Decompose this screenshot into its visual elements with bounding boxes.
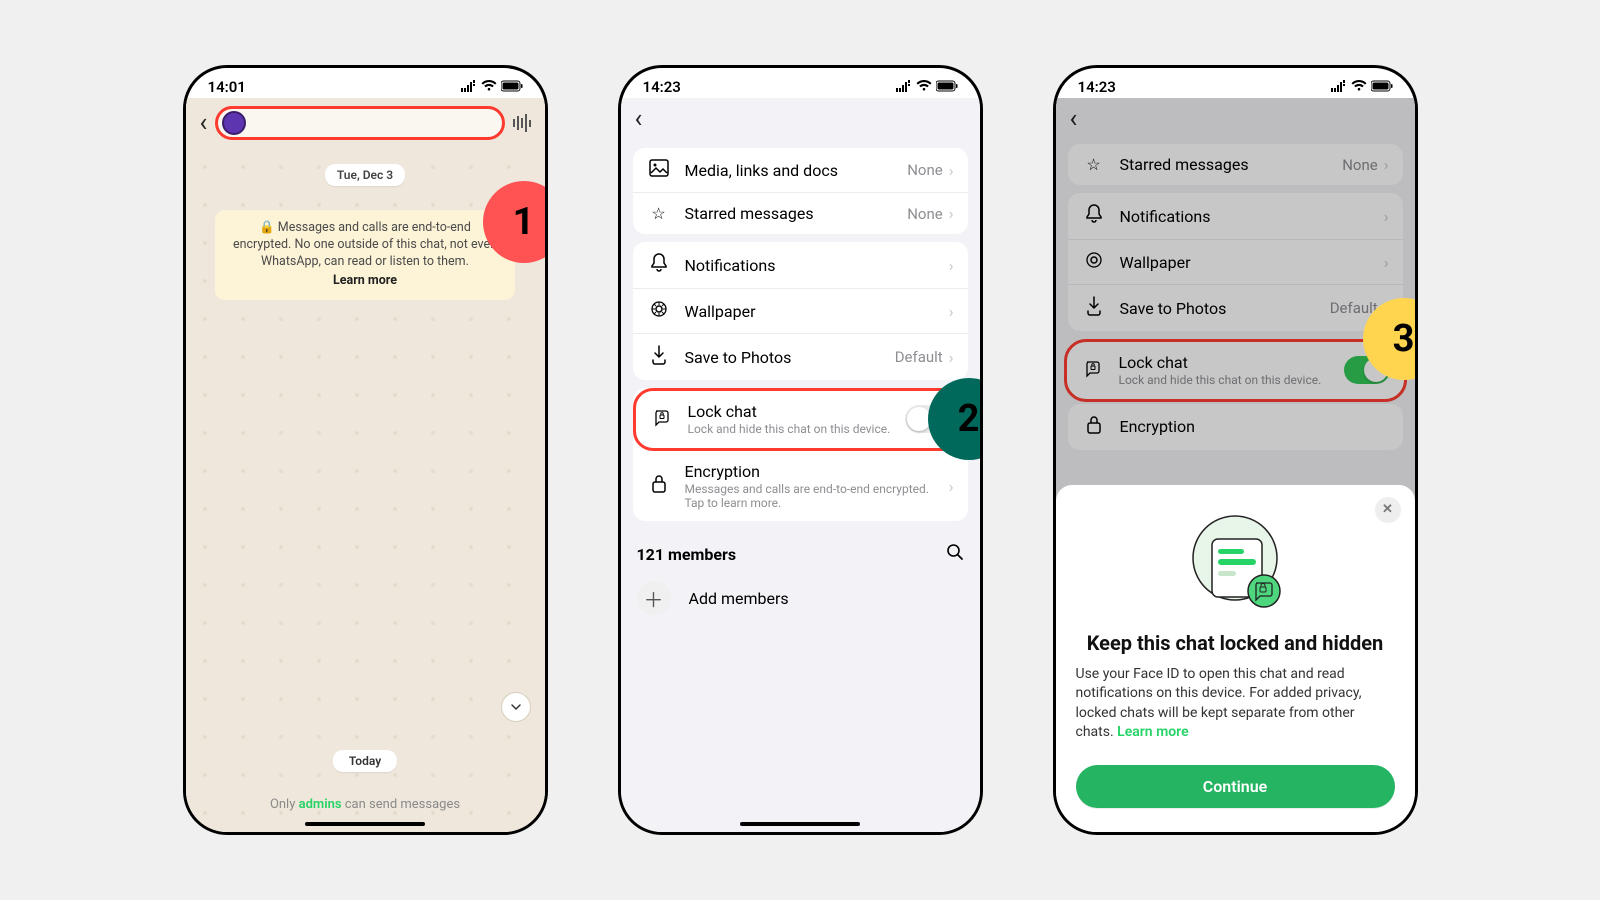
search-icon[interactable]: [946, 543, 964, 565]
chat-avatar-icon: [222, 111, 246, 135]
learn-more-link[interactable]: Learn more: [229, 273, 501, 290]
wifi-icon: [916, 78, 932, 96]
row-starred-messages[interactable]: ☆ Starred messages None ›: [633, 193, 968, 234]
sheet-body: Use your Face ID to open this chat and r…: [1076, 665, 1395, 743]
row-value: None: [907, 205, 943, 223]
wifi-icon: [1351, 78, 1367, 96]
continue-button[interactable]: Continue: [1076, 765, 1395, 808]
row-wallpaper[interactable]: Wallpaper ›: [633, 289, 968, 334]
row-label: Starred messages: [685, 204, 908, 223]
lock-icon: [647, 474, 671, 498]
sheet-title: Keep this chat locked and hidden: [1076, 631, 1395, 655]
status-bar: 14:23: [1056, 68, 1415, 98]
chevron-right-icon: ›: [949, 477, 954, 496]
date-header-today: Today: [333, 750, 397, 772]
row-label: Notifications: [685, 256, 949, 275]
media-icon: [647, 159, 671, 181]
status-time: 14:01: [208, 78, 246, 96]
cellular-icon: [896, 78, 912, 96]
status-icons: [896, 78, 958, 96]
row-label: Save to Photos: [685, 348, 895, 367]
back-button[interactable]: ‹: [196, 108, 212, 138]
wifi-icon: [481, 78, 497, 96]
voice-call-icon[interactable]: [509, 114, 535, 132]
row-lock-chat-highlight[interactable]: Lock chat Lock and hide this chat on thi…: [633, 388, 968, 451]
row-value: None: [907, 161, 943, 179]
settings-group-media: Media, links and docs None › ☆ Starred m…: [633, 148, 968, 234]
settings-group-chat: Notifications › Wallpaper › Save to Phot…: [633, 242, 968, 380]
phone-screenshot-3: 14:23 ‹ ☆ Starred messages None ›: [1053, 65, 1418, 835]
row-label: Wallpaper: [685, 302, 949, 321]
battery-icon: [501, 78, 523, 96]
chevron-right-icon: ›: [949, 161, 954, 180]
star-icon: ☆: [647, 204, 671, 223]
settings-group-privacy: Lock chat Lock and hide this chat on thi…: [633, 388, 968, 521]
chat-header: ‹: [186, 98, 545, 148]
chevron-right-icon: ›: [949, 348, 954, 367]
row-label: Lock chat Lock and hide this chat on thi…: [688, 402, 905, 437]
status-bar: 14:01: [186, 68, 545, 98]
chat-body: Tue, Dec 3 🔒 Messages and calls are end-…: [186, 148, 545, 832]
chevron-right-icon: ›: [949, 256, 954, 275]
status-bar: 14:23: [621, 68, 980, 98]
status-time: 14:23: [643, 78, 681, 96]
row-label: Media, links and docs: [685, 161, 908, 180]
row-encryption[interactable]: Encryption Messages and calls are end-to…: [633, 451, 968, 522]
row-label: Encryption Messages and calls are end-to…: [685, 462, 949, 511]
chevron-right-icon: ›: [949, 302, 954, 321]
admin-only-notice: Only admins can send messages: [186, 797, 545, 812]
encryption-notice[interactable]: 🔒 Messages and calls are end-to-end encr…: [215, 210, 515, 300]
settings-header: ‹: [621, 98, 980, 140]
cellular-icon: [461, 78, 477, 96]
lock-chat-sheet: ✕ Keep this chat locked and hidden Use y…: [1056, 485, 1415, 832]
battery-icon: [1371, 78, 1393, 96]
lock-icon: 🔒: [259, 220, 275, 235]
row-save-to-photos[interactable]: Save to Photos Default ›: [633, 334, 968, 380]
row-notifications[interactable]: Notifications ›: [633, 242, 968, 289]
add-members-button[interactable]: ＋ Add members: [621, 571, 980, 625]
back-button[interactable]: ‹: [631, 104, 647, 134]
wallpaper-icon: [647, 300, 671, 322]
battery-icon: [936, 78, 958, 96]
date-header: Tue, Dec 3: [325, 164, 405, 186]
row-value: Default: [895, 348, 943, 366]
status-icons: [461, 78, 523, 96]
add-members-label: Add members: [689, 589, 789, 608]
members-count: 121 members: [637, 545, 737, 564]
members-header: 121 members: [621, 529, 980, 571]
cellular-icon: [1331, 78, 1347, 96]
scroll-to-bottom-button[interactable]: [501, 692, 531, 722]
phone-screenshot-1: 14:01 ‹ Tue, Dec 3 🔒: [183, 65, 548, 835]
home-indicator[interactable]: [740, 822, 860, 826]
lock-chat-icon: [650, 407, 674, 431]
phone-screenshot-2: 14:23 ‹ Media, links and docs None › ☆ S…: [618, 65, 983, 835]
row-media-links-docs[interactable]: Media, links and docs None ›: [633, 148, 968, 193]
chat-title-highlight[interactable]: [215, 106, 504, 140]
close-button[interactable]: ✕: [1375, 497, 1401, 523]
home-indicator[interactable]: [305, 822, 425, 826]
chevron-right-icon: ›: [949, 204, 954, 223]
learn-more-link[interactable]: Learn more: [1117, 724, 1188, 740]
bell-icon: [647, 253, 671, 277]
lock-chat-illustration-icon: [1076, 513, 1395, 613]
status-icons: [1331, 78, 1393, 96]
save-icon: [647, 345, 671, 369]
plus-icon: ＋: [637, 581, 671, 615]
status-time: 14:23: [1078, 78, 1116, 96]
